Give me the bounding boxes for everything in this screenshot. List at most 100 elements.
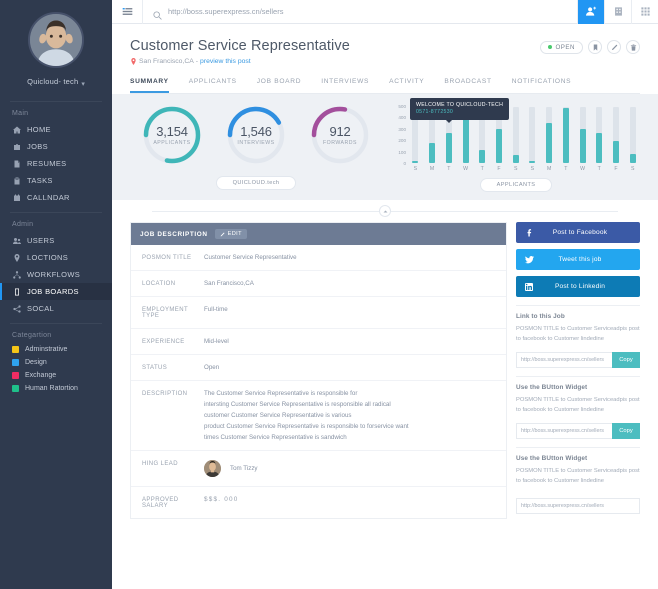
quicloud-pill[interactable]: QUICLOUD.tech xyxy=(215,176,297,190)
sidebar-item-label: TASKS xyxy=(27,176,53,185)
jd-row-approved-salary: APPROVED SALARY $$$. 000 xyxy=(131,487,506,518)
applicants-bar-chart: 500 400 300 200 100 0 S M T W T F S S M T W T F S WELCOME … xyxy=(392,98,640,192)
bar-column[interactable]: T xyxy=(592,104,607,172)
post-to-facebook-button[interactable]: Post to Facebook xyxy=(516,222,640,243)
header-actions: OPEN xyxy=(540,38,640,54)
sidebar-profile[interactable]: Quicloud- tech ▾ xyxy=(0,0,112,97)
building-button[interactable] xyxy=(605,0,631,24)
bar-column[interactable]: S xyxy=(525,104,540,172)
facebook-icon xyxy=(516,228,542,237)
bookmark-button[interactable] xyxy=(588,40,602,54)
sidebar-item-locations[interactable]: LOCTIONS xyxy=(0,249,112,266)
bar-column[interactable]: F xyxy=(609,104,624,172)
sidebar-item-jobs[interactable]: JOBS xyxy=(0,138,112,155)
bar-column[interactable]: W xyxy=(575,104,590,172)
color-swatch xyxy=(12,385,19,392)
sidebar-item-workflows[interactable]: WORKFLOWS xyxy=(0,266,112,283)
category-item-exchange[interactable]: Exchange xyxy=(0,369,112,382)
tab-broadcast[interactable]: BROADCAST xyxy=(444,78,491,93)
section-description: POSMON TITLE to Customer Serviceadpis po… xyxy=(516,468,640,484)
search-input[interactable] xyxy=(168,7,577,16)
jd-label: APPROVED SALARY xyxy=(142,497,179,509)
jd-row-hiring-lead: HING LEAD Tom Tizzy xyxy=(131,451,506,487)
profile-name: Quicloud- tech xyxy=(27,77,79,87)
category-item-administrative[interactable]: Adminstrative xyxy=(0,343,112,356)
tab-job-board[interactable]: JOB BOARD xyxy=(257,78,301,93)
page-subtitle: San Francisco,CA - preview this post xyxy=(130,58,350,65)
bar-fill xyxy=(596,133,603,163)
edit-button[interactable] xyxy=(607,40,621,54)
copy-button[interactable]: Copy xyxy=(612,352,640,369)
edit-job-button[interactable]: EDIT xyxy=(214,229,247,239)
tab-activity[interactable]: ACTIVITY xyxy=(389,78,424,93)
social-label: Tweet this job xyxy=(558,256,602,263)
category-label: Exchange xyxy=(25,372,57,379)
bar-fill xyxy=(512,154,519,163)
twitter-icon xyxy=(516,255,542,264)
sidebar-item-calendar[interactable]: CALLNDAR xyxy=(0,189,112,206)
sidebar-item-social[interactable]: SOCAL xyxy=(0,300,112,317)
building-icon xyxy=(614,7,622,16)
section-title: Link to this Job xyxy=(516,313,565,320)
user-add-icon xyxy=(585,6,596,16)
x-tick-label: M xyxy=(429,166,435,172)
stats-band: 3,154 APPLICANTS 1,546 INTERVIEWS 912 FO… xyxy=(112,94,658,200)
sidebar-item-resumes[interactable]: RESUMES xyxy=(0,155,112,172)
section-title: Use the BUtton Widget xyxy=(516,455,588,463)
delete-button[interactable] xyxy=(626,40,640,54)
tab-summary[interactable]: SUMMARY xyxy=(130,78,169,93)
collapse-button[interactable] xyxy=(379,205,391,217)
grid-icon xyxy=(640,7,650,16)
jd-row-experience: EXPERIENCE Mid-level xyxy=(131,329,506,355)
grid-button[interactable] xyxy=(632,0,658,24)
link-input[interactable] xyxy=(516,498,640,515)
pin-icon xyxy=(12,253,21,262)
jd-row-location: LOCATION San Francisco,CA xyxy=(131,271,506,297)
bar-fill xyxy=(479,150,486,163)
page-location: San Francisco,CA xyxy=(139,58,194,65)
status-badge[interactable]: OPEN xyxy=(540,40,583,54)
donut-caption: APPLICANTS xyxy=(153,140,191,146)
bar-column[interactable]: S xyxy=(508,104,523,172)
preview-post-link[interactable]: preview this post xyxy=(200,58,251,65)
applicants-pill[interactable]: APPLICANTS xyxy=(479,178,553,192)
jd-row-description: DESCRIPTION The Customer Service Represe… xyxy=(131,381,506,451)
category-item-design[interactable]: Design xyxy=(0,356,112,369)
users-icon xyxy=(12,236,21,245)
bar-fill xyxy=(445,133,452,163)
sidebar-item-home[interactable]: HOME xyxy=(0,121,112,138)
jd-label: DESCRIPTION xyxy=(142,391,188,397)
body-row: JOB DESCRIPTION EDIT POSMON TITLE Custom… xyxy=(112,222,658,529)
x-tick-label: T xyxy=(447,166,451,172)
user-add-button[interactable] xyxy=(578,0,604,24)
pencil-icon xyxy=(611,44,617,50)
share-rail: Post to Facebook Tweet this job Post to … xyxy=(516,222,640,519)
x-tick-label: S xyxy=(630,166,635,172)
bar-fill xyxy=(579,128,586,163)
tweet-this-job-button[interactable]: Tweet this job xyxy=(516,249,640,270)
chevron-down-icon[interactable]: ▾ xyxy=(81,80,85,88)
x-tick-label: W xyxy=(463,166,468,172)
main-area: Customer Service Representative San Fran… xyxy=(112,0,658,589)
avatar-illustration-icon xyxy=(30,14,82,66)
tab-applicants[interactable]: APPLICANTS xyxy=(189,78,237,93)
bar-column[interactable]: S xyxy=(625,104,640,172)
search-bar[interactable] xyxy=(143,7,577,20)
category-item-human-retention[interactable]: Human Ratortion xyxy=(0,382,112,395)
app-root: Quicloud- tech ▾ Main HOME JOBS RESUMES T… xyxy=(0,0,658,589)
tab-notifications[interactable]: NOTIFICATIONS xyxy=(512,78,572,93)
post-to-linkedin-button[interactable]: Post to Linkedin xyxy=(516,276,640,297)
sidebar-item-users[interactable]: USERS xyxy=(0,232,112,249)
sidebar-item-tasks[interactable]: TASKS xyxy=(0,172,112,189)
panel-title: JOB DESCRIPTION xyxy=(140,230,208,238)
copy-button[interactable]: Copy xyxy=(612,423,640,440)
hamburger-icon[interactable] xyxy=(112,6,142,17)
link-input[interactable] xyxy=(516,423,612,440)
board-icon xyxy=(12,287,21,296)
sidebar-item-job-boards[interactable]: JOB BOARDS xyxy=(0,283,112,300)
link-input[interactable] xyxy=(516,352,612,369)
tab-interviews[interactable]: INTERVIEWS xyxy=(321,78,369,93)
bar-column[interactable]: T xyxy=(558,104,573,172)
bar-column[interactable]: M xyxy=(542,104,557,172)
sidebar-item-label: WORKFLOWS xyxy=(27,270,81,279)
